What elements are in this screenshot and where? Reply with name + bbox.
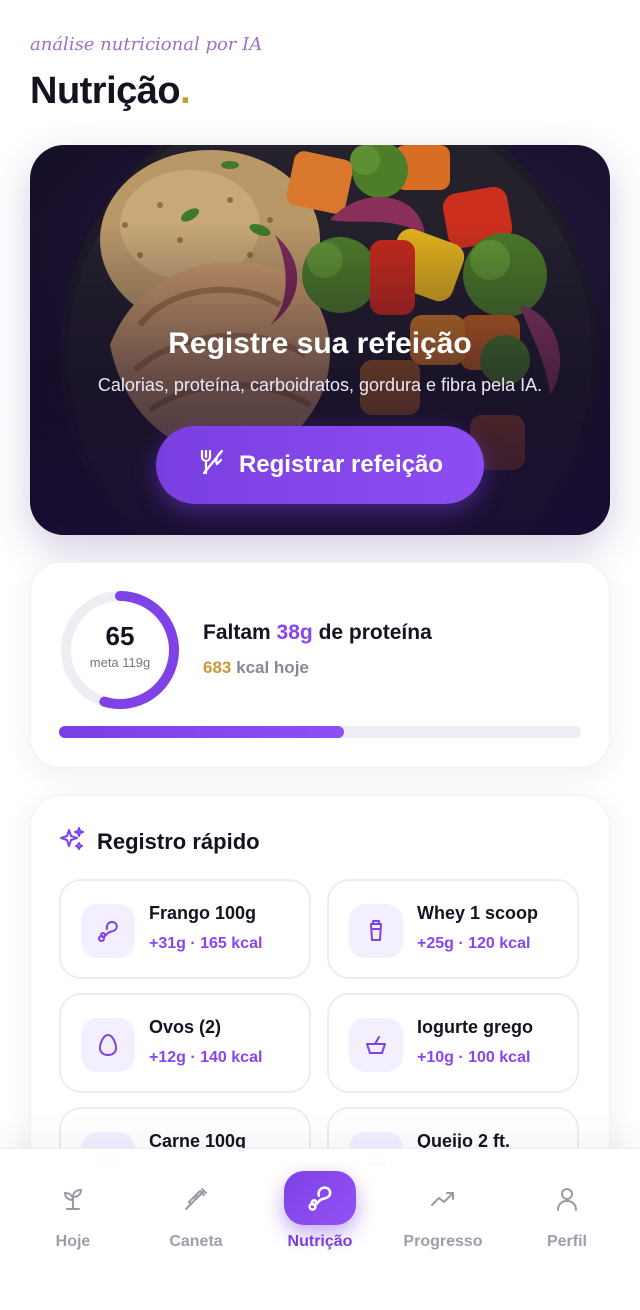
kcal-value: 683	[203, 658, 232, 677]
nav-label: Hoje	[55, 1233, 91, 1250]
sprout-icon	[57, 1183, 89, 1215]
quick-item-name: Whey 1 scoop	[417, 903, 539, 923]
page-title-text: Nutrição	[30, 70, 181, 112]
meal-hero-card: Registre sua refeição Calorias, proteína…	[30, 145, 610, 535]
nav-label: Caneta	[169, 1233, 223, 1250]
nav-label: Nutrição	[287, 1233, 353, 1250]
quick-item-whey[interactable]: Whey 1 scoop +25g · 120 kcal	[327, 879, 579, 979]
register-meal-button[interactable]: Registrar refeição	[156, 426, 484, 504]
protein-remaining-value: 38g	[276, 621, 313, 644]
drumstick-icon	[284, 1171, 356, 1225]
egg-icon	[81, 1018, 135, 1072]
nav-item-perfil[interactable]: Perfil	[503, 1149, 631, 1310]
shaker-icon	[349, 904, 403, 958]
kcal-suffix: kcal hoje	[236, 658, 309, 677]
syringe-icon	[180, 1183, 212, 1215]
quick-log-header: Registro rápido	[59, 826, 260, 857]
page-title-dot: .	[180, 70, 191, 112]
hero-subtitle: Calorias, proteína, carboidratos, gordur…	[97, 375, 543, 395]
quick-item-iogurte[interactable]: Iogurte grego +10g · 100 kcal	[327, 993, 579, 1093]
protein-goal: meta 119g	[89, 655, 151, 670]
quick-item-frango[interactable]: Frango 100g +31g · 165 kcal	[59, 879, 311, 979]
protein-progress-bar	[59, 726, 581, 738]
protein-remaining-text: Faltam 38g de proteína	[203, 621, 432, 645]
quick-item-name: Iogurte grego	[417, 1017, 533, 1037]
protein-progress-card: 65 meta 119g Faltam 38g de proteína 683 …	[30, 562, 610, 768]
page-subtitle: análise nutricional por IA	[30, 34, 263, 55]
register-meal-label: Registrar refeição	[238, 451, 444, 478]
protein-progress-fill	[59, 726, 344, 738]
quick-item-meta: +10g · 100 kcal	[417, 1049, 531, 1066]
sparkles-icon	[59, 826, 85, 857]
nav-item-progresso[interactable]: Progresso	[379, 1149, 507, 1310]
protein-current: 65	[105, 621, 135, 651]
nav-label: Perfil	[546, 1233, 587, 1250]
nav-item-caneta[interactable]: Caneta	[132, 1149, 260, 1310]
user-icon	[551, 1183, 583, 1215]
nav-label: Progresso	[403, 1233, 483, 1250]
quick-item-ovos[interactable]: Ovos (2) +12g · 140 kcal	[59, 993, 311, 1093]
quick-log-title: Registro rápido	[97, 828, 260, 854]
trend-up-icon	[427, 1183, 459, 1215]
kcal-today: 683 kcal hoje	[203, 658, 309, 678]
protein-line-suffix: de proteína	[318, 621, 432, 644]
quick-item-name: Ovos (2)	[149, 1017, 222, 1037]
nav-item-nutricao[interactable]: Nutrição	[256, 1149, 384, 1310]
bowl-icon	[349, 1018, 403, 1072]
bottom-nav: Hoje Caneta Nutrição Progresso Perfil	[0, 1148, 640, 1310]
quick-item-name: Frango 100g	[149, 903, 257, 923]
quick-item-meta: +31g · 165 kcal	[149, 935, 263, 952]
quick-item-meta: +12g · 140 kcal	[149, 1049, 263, 1066]
page-title: Nutrição.	[30, 70, 191, 113]
protein-line-prefix: Faltam	[203, 621, 271, 644]
nav-item-hoje[interactable]: Hoje	[9, 1149, 137, 1310]
drumstick-icon	[81, 904, 135, 958]
hero-title: Registre sua refeição	[168, 327, 472, 360]
fork-knife-icon	[197, 447, 227, 484]
quick-item-meta: +25g · 120 kcal	[417, 935, 531, 952]
